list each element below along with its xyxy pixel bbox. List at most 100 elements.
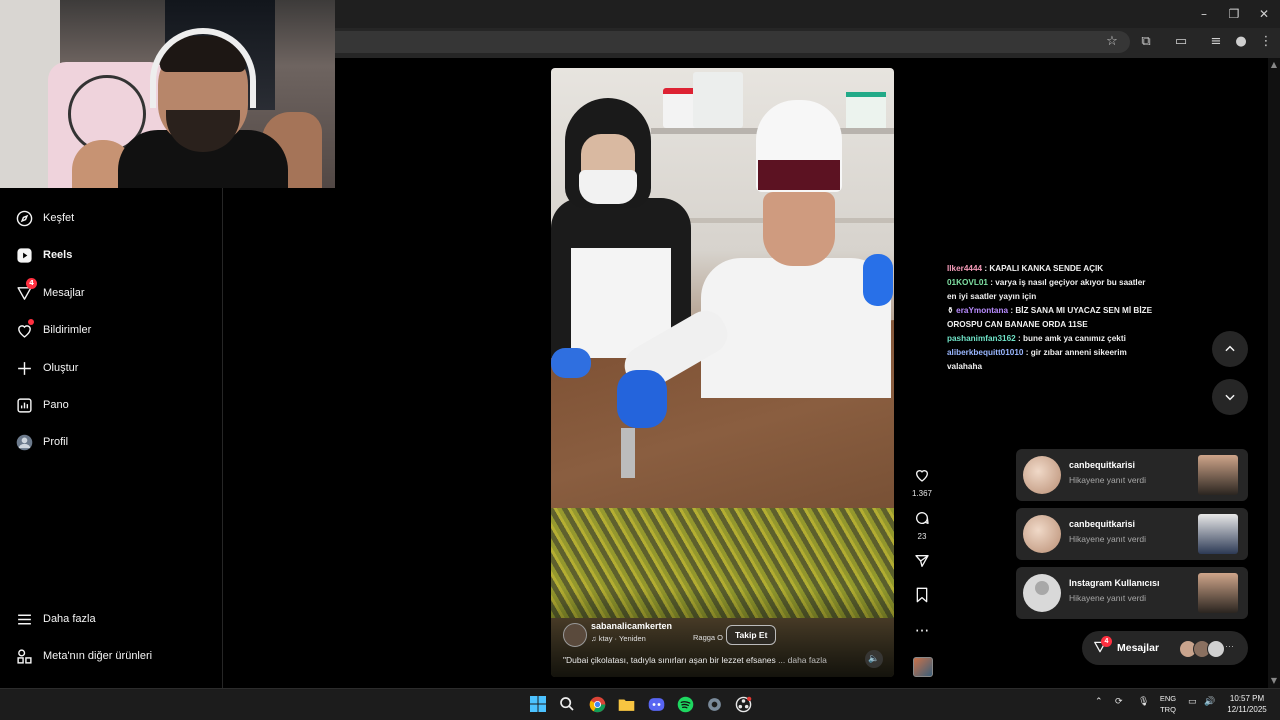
windows-start-icon[interactable]	[527, 694, 549, 714]
more-options-button[interactable]: ···	[910, 622, 934, 640]
clock-time: 10:57 PM	[1229, 694, 1265, 703]
settings-gear-icon[interactable]	[703, 694, 725, 714]
scroll-up-icon[interactable]: ▲	[1270, 60, 1278, 69]
chat-username: Ilker4444	[947, 264, 983, 273]
microphone-icon[interactable]: 🎙	[1138, 697, 1149, 707]
obs-icon[interactable]	[732, 694, 754, 714]
video-glove	[551, 348, 591, 378]
sidebar-item-reels[interactable]: Reels	[14, 243, 214, 267]
previous-reel-button[interactable]	[1212, 331, 1248, 367]
address-bar[interactable]	[335, 31, 1130, 53]
heart-outline-icon	[910, 467, 934, 487]
sidebar-item-label: Mesajlar	[43, 287, 85, 299]
avatar	[1207, 640, 1225, 658]
video-glove	[863, 254, 893, 306]
messages-pill-button[interactable]: 4 Mesajlar ···	[1082, 631, 1248, 665]
reel-author-username[interactable]: sabanalicamkerten	[591, 621, 672, 631]
compass-icon	[14, 208, 34, 228]
sidebar-item-explore[interactable]: Keşfet	[14, 206, 214, 230]
video-chef-hat-band	[758, 160, 840, 190]
discord-icon[interactable]	[645, 694, 667, 714]
chat-username: pashanimfan3162	[947, 334, 1016, 343]
file-explorer-icon[interactable]	[615, 694, 637, 714]
language-secondary: TRQ	[1160, 705, 1176, 714]
chat-message: pashanimfan3162 : bune amk ya canımız çe…	[947, 332, 1157, 346]
bookmark-star-icon[interactable]: ☆	[1103, 34, 1121, 50]
scroll-down-icon[interactable]: ▼	[1270, 676, 1278, 685]
chrome-icon[interactable]	[586, 694, 608, 714]
video-container	[846, 92, 886, 128]
close-button[interactable]: ✕	[1253, 4, 1275, 24]
profile-icon[interactable]: ●	[1232, 34, 1250, 50]
display-icon[interactable]: ▭	[1188, 697, 1197, 707]
chat-username: 01KOVL01	[947, 278, 988, 287]
story-reply-notification[interactable]: canbequitkarisi Hikayene yanıt verdi	[1016, 508, 1248, 560]
language-indicator[interactable]: ENG TRQ	[1155, 693, 1181, 715]
reel-author-avatar[interactable]	[563, 623, 587, 647]
notification-text: Hikayene yanıt verdi	[1069, 475, 1147, 485]
notification-avatar	[1023, 456, 1061, 494]
chat-username: eraYmontana	[956, 306, 1009, 315]
video-glove	[617, 370, 667, 428]
next-reel-button[interactable]	[1212, 379, 1248, 415]
cast-icon[interactable]: ▭	[1172, 34, 1190, 50]
comment-count: 23	[917, 532, 927, 541]
chat-message: Ilker4444 : KAPALI KANKA SENDE AÇIK	[947, 262, 1157, 276]
spotify-icon[interactable]	[674, 694, 696, 714]
show-hidden-icons-chevron-icon[interactable]: ⌃	[1095, 697, 1103, 707]
notification-avatar	[1023, 515, 1061, 553]
dashboard-icon	[14, 395, 34, 415]
extensions-icon[interactable]: ⧉	[1137, 34, 1155, 50]
audio-thumbnail[interactable]	[913, 657, 933, 677]
browser-menu-icon[interactable]: ⋮	[1257, 34, 1275, 50]
notification-thumbnail	[1198, 573, 1238, 613]
video-spatula	[621, 428, 635, 478]
volume-icon[interactable]: 🔊	[1204, 697, 1215, 707]
sidebar-item-notifications[interactable]: Bildirimler	[14, 318, 214, 342]
sidebar-item-dashboard[interactable]: Pano	[14, 393, 214, 417]
maximize-button[interactable]: ❐	[1223, 4, 1245, 24]
notification-dot	[28, 319, 34, 325]
reel-caption-more[interactable]: ... daha fazla	[778, 655, 827, 665]
sidebar-item-label: Reels	[43, 249, 73, 261]
search-icon[interactable]	[556, 694, 578, 714]
reel-caption[interactable]: "Dubai çikolatası, tadıyla sınırları aşa…	[563, 655, 853, 665]
sidebar-meta-products[interactable]: Meta'nın diğer ürünleri	[14, 644, 214, 668]
video-container	[693, 72, 743, 128]
sidebar-item-create[interactable]: Oluştur	[14, 356, 214, 380]
scrollbar[interactable]	[1268, 58, 1280, 688]
comment-icon	[910, 510, 934, 530]
default-avatar-icon	[1023, 574, 1061, 612]
sidebar-more-label: Daha fazla	[43, 613, 96, 625]
sidebar-item-profile[interactable]: Profil	[14, 430, 214, 454]
minimize-button[interactable]: –	[1193, 4, 1215, 24]
sidebar-more[interactable]: Daha fazla	[14, 607, 214, 631]
language-primary: ENG	[1159, 694, 1177, 703]
bookmark-icon	[910, 587, 934, 607]
comment-button[interactable]: 23	[910, 510, 934, 541]
share-button[interactable]	[910, 553, 934, 573]
sidebar-item-label: Keşfet	[43, 212, 75, 224]
sidebar-item-label: Oluştur	[43, 362, 79, 374]
like-count: 1.367	[911, 489, 933, 498]
media-icon[interactable]: ≡	[1207, 34, 1225, 50]
profile-avatar	[14, 432, 34, 452]
reel-audio-label[interactable]: ♫ ktay · Yeniden	[591, 634, 646, 643]
like-button[interactable]: 1.367	[910, 467, 934, 498]
notification-thumbnail	[1198, 514, 1238, 554]
taskbar-clock[interactable]: 10:57 PM 12/11/2025	[1222, 693, 1272, 715]
save-button[interactable]	[910, 587, 934, 607]
sidebar-item-label: Bildirimler	[43, 324, 92, 336]
stream-chat-overlay: Ilker4444 : KAPALI KANKA SENDE AÇIK 01KO…	[947, 262, 1157, 374]
story-reply-notification[interactable]: canbequitkarisi Hikayene yanıt verdi	[1016, 449, 1248, 501]
reel-video[interactable]: sabanalicamkerten ♫ ktay · Yeniden Ragga…	[551, 68, 894, 677]
story-reply-notification[interactable]: Instagram Kullanıcısı Hikayene yanıt ver…	[1016, 567, 1248, 619]
network-sync-icon[interactable]: ⟳	[1115, 697, 1123, 707]
mute-icon[interactable]: 🔈	[865, 650, 883, 668]
sidebar-item-messages[interactable]: 4 Mesajlar	[14, 278, 214, 305]
follow-button[interactable]: Takip Et	[726, 625, 777, 645]
messages-pill-label: Mesajlar	[1117, 642, 1160, 654]
chat-username: aliberkbequitt01010	[947, 348, 1024, 357]
plus-icon	[14, 358, 34, 378]
reels-icon	[14, 245, 34, 265]
